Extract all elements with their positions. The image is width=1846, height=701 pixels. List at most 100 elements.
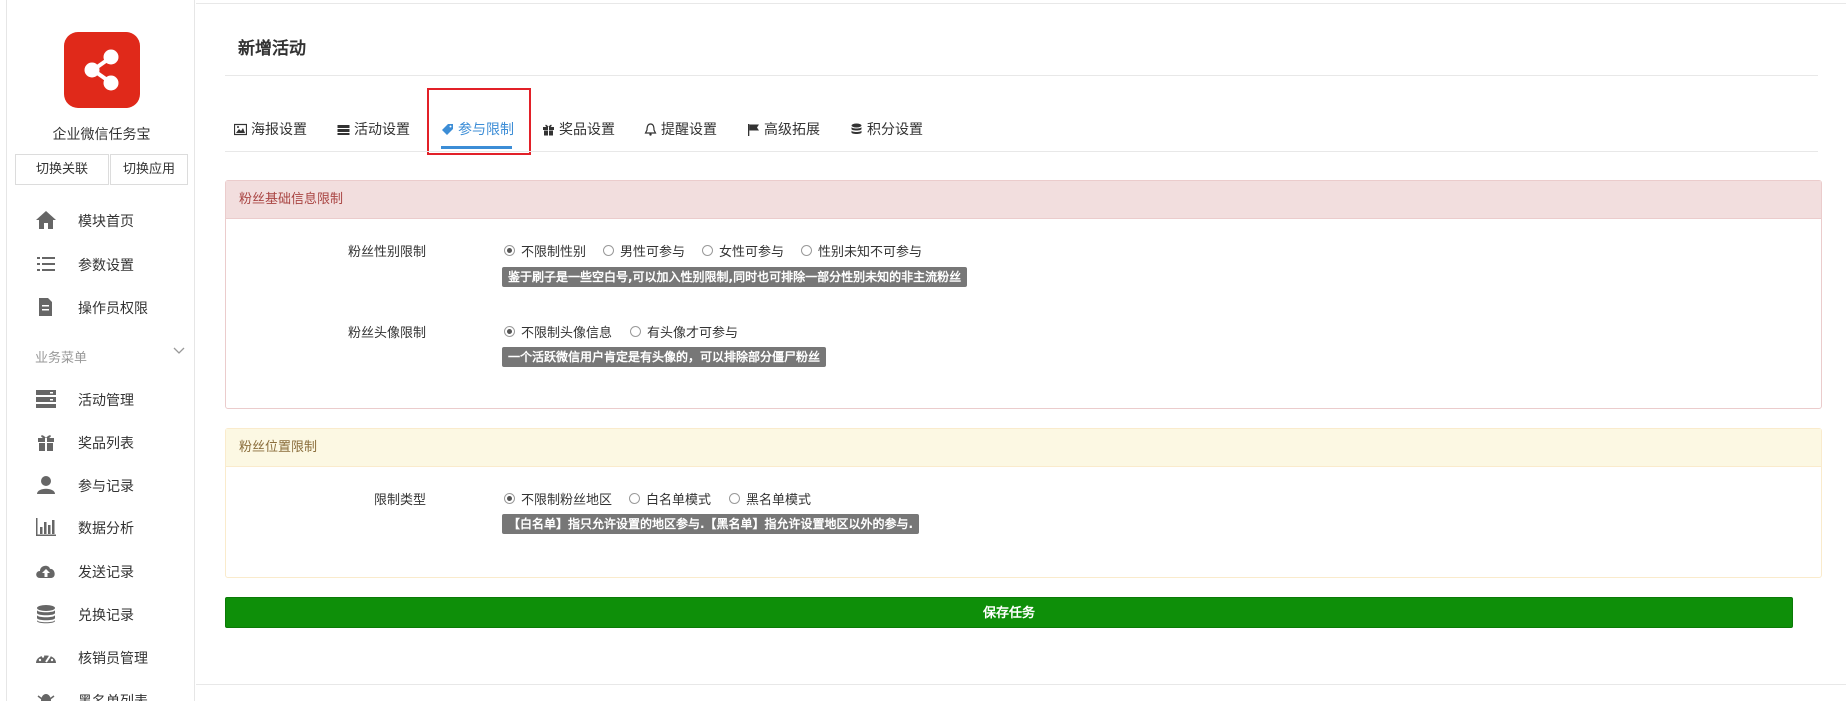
radio-button[interactable] [702, 245, 713, 256]
sidebar-item-label: 操作员权限 [78, 301, 148, 317]
sidebar-item-verifier-management[interactable]: 核销员管理 [7, 640, 194, 674]
tab-label: 海报设置 [251, 122, 307, 138]
top-divider [196, 3, 1846, 4]
gender-option-female[interactable]: 女性可参与 [702, 241, 784, 260]
radio-label: 有头像才可参与 [647, 326, 739, 341]
sidebar-item-participation-records[interactable]: 参与记录 [7, 468, 194, 502]
tab-label: 积分设置 [867, 122, 923, 138]
edit-document-icon [39, 298, 52, 316]
sidebar-item-label: 活动管理 [78, 393, 134, 409]
user-icon [37, 476, 55, 494]
tab-label: 提醒设置 [661, 122, 717, 138]
title-divider [225, 75, 1818, 76]
flag-icon [748, 123, 759, 136]
tab-label: 奖品设置 [559, 122, 615, 138]
switch-app-button[interactable]: 切换应用 [110, 154, 188, 185]
sidebar-item-label: 黑名单列表 [78, 691, 148, 701]
tab-prize-settings[interactable]: 奖品设置 [542, 119, 615, 139]
gender-option-male[interactable]: 男性可参与 [603, 241, 685, 260]
sidebar-item-send-records[interactable]: 发送记录 [7, 554, 194, 588]
list-settings-icon [37, 257, 55, 271]
gift-icon [543, 124, 554, 136]
sidebar-item-label: 参数设置 [78, 258, 134, 274]
database-icon [37, 605, 55, 624]
cloud-upload-icon [36, 565, 55, 578]
panel-header: 粉丝位置限制 [226, 429, 1821, 467]
switch-link-button[interactable]: 切换关联 [15, 154, 109, 185]
tab-label: 高级拓展 [764, 122, 820, 138]
share-icon [84, 49, 119, 91]
server-icon [337, 124, 350, 135]
sidebar-item-label: 参与记录 [78, 479, 134, 495]
page-title: 新增活动 [238, 39, 306, 59]
tab-points-settings[interactable]: 积分设置 [850, 119, 923, 139]
gift-icon [38, 435, 54, 451]
avatar-hint: 一个活跃微信用户肯定是有头像的，可以排除部分僵尸粉丝 [502, 347, 827, 367]
gender-limit-label: 粉丝性别限制 [347, 245, 426, 260]
sidebar-item-label: 兑换记录 [78, 608, 134, 624]
fan-location-panel: 粉丝位置限制 限制类型 不限制粉丝地区 白名单模式 黑名单模式 【白名单】指只允… [225, 428, 1822, 578]
tab-poster-settings[interactable]: 海报设置 [234, 119, 307, 139]
avatar-option-unlimited[interactable]: 不限制头像信息 [504, 322, 612, 341]
app-logo[interactable] [64, 32, 140, 108]
sidebar-item-label: 模块首页 [78, 214, 134, 230]
radio-button[interactable] [504, 493, 515, 504]
bell-icon [644, 122, 657, 136]
radio-label: 不限制性别 [521, 245, 587, 260]
radio-button[interactable] [629, 493, 640, 504]
gender-option-unlimited[interactable]: 不限制性别 [504, 241, 586, 260]
page: 企业微信任务宝 切换关联 切换应用 模块首页 参数设置 操作员权限 业务菜单 活… [0, 0, 1846, 701]
sidebar-item-module-home[interactable]: 模块首页 [7, 203, 194, 237]
radio-label: 白名单模式 [646, 493, 712, 508]
gender-hint: 鉴于刷子是一些空白号,可以加入性别限制,同时也可排除一部分性别未知的非主流粉丝 [502, 267, 968, 287]
radio-button[interactable] [801, 245, 812, 256]
main-content: 新增活动 海报设置 活动设置 参与限制 奖品设置 提醒设置 高级拓展 积分设置 … [196, 0, 1846, 701]
sidebar-item-label: 发送记录 [78, 565, 134, 581]
dashboard-icon [36, 655, 56, 663]
radio-label: 性别未知不可参与 [818, 245, 923, 260]
radio-button[interactable] [729, 493, 740, 504]
sidebar-item-activity-management[interactable]: 活动管理 [7, 382, 194, 416]
app-name: 企业微信任务宝 [52, 127, 151, 143]
server-stack-icon [36, 390, 56, 408]
radio-button[interactable] [504, 326, 515, 337]
radio-label: 男性可参与 [620, 245, 686, 260]
restriction-type-label: 限制类型 [373, 493, 426, 508]
business-menu-group-label: 业务菜单 [35, 351, 88, 366]
home-icon [36, 211, 56, 229]
radio-button[interactable] [504, 245, 515, 256]
sidebar-item-redeem-records[interactable]: 兑换记录 [7, 597, 194, 631]
tabs-divider [225, 151, 1818, 152]
radio-button[interactable] [630, 326, 641, 337]
radio-button[interactable] [603, 245, 614, 256]
radio-label: 不限制头像信息 [521, 326, 613, 341]
tab-label: 活动设置 [354, 122, 410, 138]
location-option-unlimited[interactable]: 不限制粉丝地区 [504, 489, 612, 508]
sidebar-item-operator-permissions[interactable]: 操作员权限 [7, 290, 194, 324]
sidebar-item-prize-list[interactable]: 奖品列表 [7, 425, 194, 459]
radio-label: 不限制粉丝地区 [521, 493, 613, 508]
location-option-whitelist[interactable]: 白名单模式 [629, 489, 711, 508]
sidebar-item-label: 奖品列表 [78, 436, 134, 452]
active-tab-highlight-box [427, 88, 531, 155]
image-icon [234, 123, 247, 135]
sidebar-item-data-analysis[interactable]: 数据分析 [7, 510, 194, 544]
gender-option-unknown-excluded[interactable]: 性别未知不可参与 [801, 241, 922, 260]
panel-header: 粉丝基础信息限制 [226, 181, 1821, 219]
sidebar-item-blacklist[interactable]: 黑名单列表 [7, 683, 194, 701]
database-icon [851, 123, 862, 134]
sidebar-item-label: 数据分析 [78, 521, 134, 537]
radio-label: 黑名单模式 [746, 493, 812, 508]
tab-activity-settings[interactable]: 活动设置 [337, 119, 410, 139]
chevron-down-icon[interactable] [172, 344, 186, 358]
save-task-button[interactable]: 保存任务 [225, 597, 1793, 628]
bug-icon [37, 694, 55, 701]
radio-label: 女性可参与 [719, 245, 785, 260]
bar-chart-icon [36, 518, 56, 536]
avatar-option-required[interactable]: 有头像才可参与 [630, 322, 738, 341]
sidebar-item-parameter-settings[interactable]: 参数设置 [7, 247, 194, 281]
sidebar: 企业微信任务宝 切换关联 切换应用 模块首页 参数设置 操作员权限 业务菜单 活… [6, 0, 195, 701]
tab-reminder-settings[interactable]: 提醒设置 [644, 119, 717, 139]
location-option-blacklist[interactable]: 黑名单模式 [729, 489, 811, 508]
tab-advanced-extension[interactable]: 高级拓展 [747, 119, 820, 139]
